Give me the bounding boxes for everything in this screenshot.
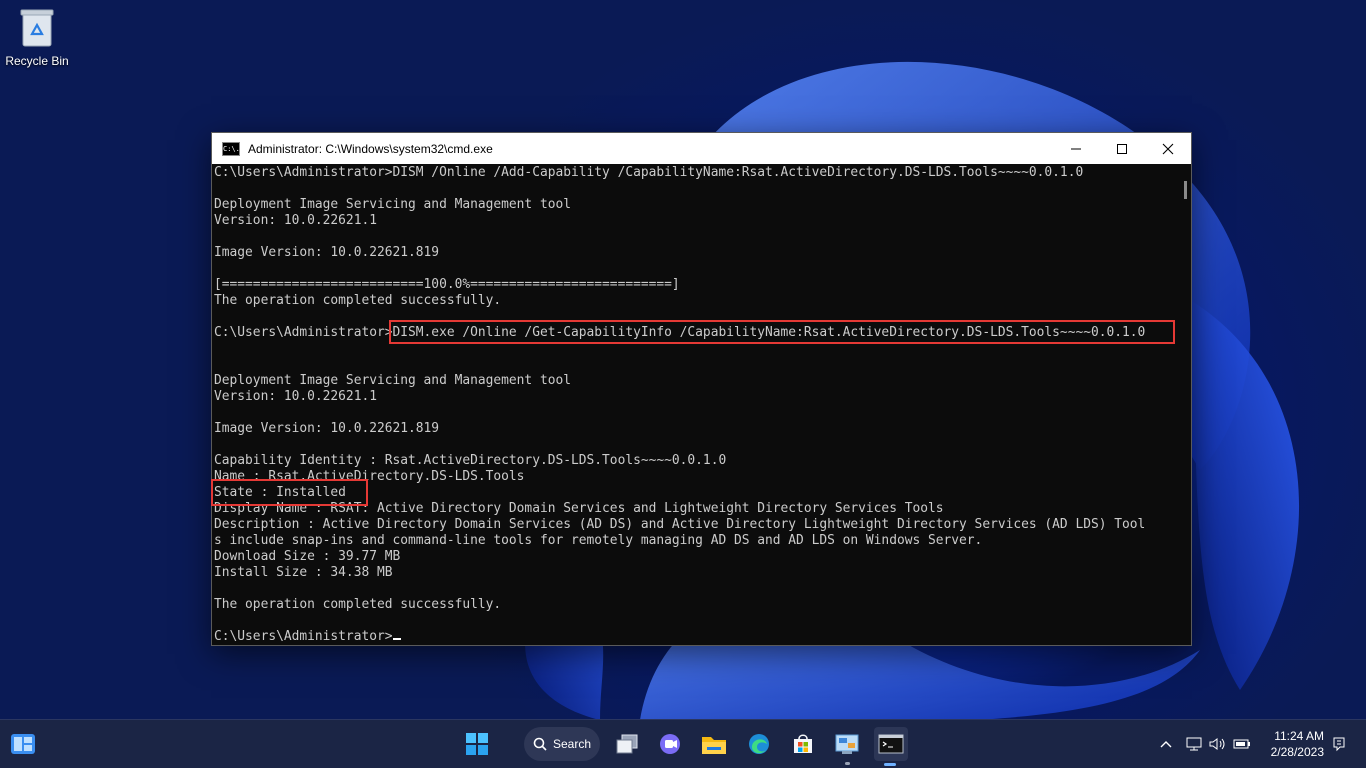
- file-explorer-icon: [702, 737, 726, 754]
- search-icon: [533, 737, 547, 751]
- network-icon: [1186, 737, 1202, 751]
- search-label: Search: [552, 737, 592, 751]
- minimize-icon: [1071, 148, 1081, 149]
- console-line: [==========================100.0%=======…: [214, 277, 680, 292]
- highlight-box-command: [389, 320, 1175, 344]
- search-button[interactable]: Search: [524, 727, 600, 761]
- text-cursor: [392, 638, 401, 640]
- volume-icon: [1209, 738, 1225, 750]
- cmd-icon: C:\.: [222, 141, 240, 156]
- start-icon: [466, 733, 488, 755]
- maximize-button[interactable]: [1099, 133, 1145, 164]
- notification-button[interactable]: [1331, 727, 1347, 761]
- recycle-bin-label: Recycle Bin: [5, 54, 69, 68]
- widgets-button[interactable]: [8, 727, 38, 761]
- widgets-icon: [11, 734, 35, 754]
- store-icon: [794, 734, 812, 753]
- console-output[interactable]: C:\Users\Administrator>DISM /Online /Add…: [214, 165, 1175, 645]
- console-line: The operation completed successfully.: [214, 597, 502, 612]
- console-line: C:\Users\Administrator>: [214, 629, 1175, 645]
- running-app-indicator: [845, 762, 850, 765]
- scrollbar-thumb[interactable]: [1184, 181, 1187, 199]
- store-button[interactable]: [788, 727, 818, 761]
- taskbar: Search 11:24 AM 2/28/2023: [0, 719, 1366, 768]
- volume-button[interactable]: [1209, 727, 1227, 761]
- task-view-icon: [616, 734, 638, 754]
- console-line: C:\Users\Administrator>DISM /Online /Add…: [214, 165, 1084, 180]
- console-line: Image Version: 10.0.22621.819: [214, 421, 440, 436]
- battery-button[interactable]: [1233, 727, 1251, 761]
- control-panel-button[interactable]: [832, 727, 862, 761]
- edge-icon: [749, 734, 769, 754]
- console-line: Version: 10.0.22621.1: [214, 213, 377, 228]
- console-line: Image Version: 10.0.22621.819: [214, 245, 440, 260]
- cmd-window[interactable]: C:\. Administrator: C:\Windows\system32\…: [211, 132, 1192, 646]
- show-hidden-icons-button[interactable]: [1156, 727, 1176, 761]
- start-button[interactable]: [460, 727, 494, 761]
- recycle-bin-icon: [20, 8, 54, 48]
- recycle-bin-shortcut[interactable]: Recycle Bin: [4, 8, 70, 68]
- close-button[interactable]: [1145, 133, 1191, 164]
- maximize-icon: [1117, 143, 1127, 154]
- chevron-up-icon: [1160, 741, 1172, 748]
- task-view-button[interactable]: [612, 727, 642, 761]
- teams-chat-icon: [660, 734, 680, 754]
- control-panel-icon: [835, 734, 859, 754]
- file-explorer-button[interactable]: [699, 727, 729, 761]
- battery-icon: [1233, 739, 1250, 749]
- terminal-icon: [878, 734, 904, 754]
- network-button[interactable]: [1185, 727, 1203, 761]
- edge-button[interactable]: [744, 727, 774, 761]
- console-line: Download Size : 39.77 MB: [214, 549, 401, 564]
- notification-icon: [1333, 737, 1345, 752]
- active-app-indicator: [884, 763, 896, 766]
- clock[interactable]: 11:24 AM 2/28/2023: [1271, 728, 1324, 760]
- close-icon: [1162, 143, 1174, 154]
- chat-button[interactable]: [655, 727, 685, 761]
- highlight-box-state: [211, 479, 368, 506]
- console-line: Deployment Image Servicing and Managemen…: [214, 197, 571, 212]
- console-line: Version: 10.0.22621.1: [214, 389, 377, 404]
- console-line: Description : Active Directory Domain Se…: [214, 517, 1146, 532]
- window-title: Administrator: C:\Windows\system32\cmd.e…: [248, 141, 493, 156]
- console-line: s include snap-ins and command-line tool…: [214, 533, 983, 548]
- clock-time: 11:24 AM: [1274, 729, 1324, 743]
- title-bar[interactable]: C:\. Administrator: C:\Windows\system32\…: [212, 133, 1191, 164]
- console-line: The operation completed successfully.: [214, 293, 502, 308]
- minimize-button[interactable]: [1053, 133, 1099, 164]
- console-line: Capability Identity : Rsat.ActiveDirecto…: [214, 453, 727, 468]
- terminal-button[interactable]: [874, 727, 908, 761]
- clock-date: 2/28/2023: [1270, 745, 1324, 759]
- console-line: Install Size : 34.38 MB: [214, 565, 393, 580]
- console-line: Deployment Image Servicing and Managemen…: [214, 373, 571, 388]
